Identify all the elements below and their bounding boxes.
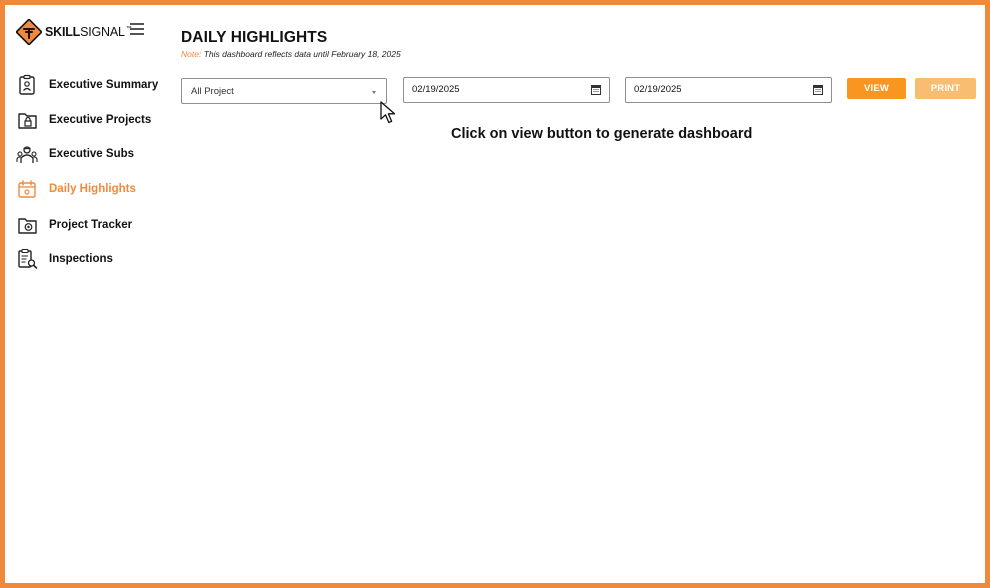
sidebar-item-label: Executive Summary: [49, 79, 159, 91]
start-date-field[interactable]: [403, 77, 610, 103]
project-select[interactable]: All Project: [181, 78, 387, 104]
sidebar-item-daily-highlights[interactable]: Daily Highlights: [16, 177, 168, 201]
folder-lock-icon: [16, 109, 38, 131]
data-note: Note: This dashboard reflects data until…: [181, 49, 401, 59]
note-label: Note:: [181, 49, 202, 59]
sidebar-item-executive-subs[interactable]: Executive Subs: [16, 142, 168, 166]
sidebar-item-label: Inspections: [49, 253, 113, 265]
folder-target-icon: [16, 214, 38, 236]
mouse-cursor-icon: [380, 101, 396, 124]
brand-wordmark: SKILL SIGNAL ™: [45, 25, 132, 39]
app-frame: SKILL SIGNAL ™ Executive Summary Executi…: [0, 0, 990, 588]
calendar-icon[interactable]: [813, 84, 823, 95]
start-date-input[interactable]: [412, 84, 572, 95]
print-button[interactable]: PRINT: [915, 78, 976, 99]
sidebar-item-executive-summary[interactable]: Executive Summary: [16, 73, 168, 97]
page-title: DAILY HIGHLIGHTS: [181, 29, 328, 46]
project-select-value: All Project: [191, 86, 234, 97]
brand[interactable]: SKILL SIGNAL ™: [16, 17, 132, 47]
calendar-icon: [16, 178, 38, 200]
sidebar-item-label: Project Tracker: [49, 219, 133, 231]
sidebar-item-label: Executive Projects: [49, 114, 152, 126]
checklist-search-icon: [16, 248, 38, 270]
worker-group-icon: [16, 143, 38, 165]
construction-sign-icon: [16, 19, 42, 45]
clipboard-person-icon: [16, 74, 38, 96]
sidebar-item-inspections[interactable]: Inspections: [16, 247, 168, 271]
brand-name-regular: SIGNAL: [80, 25, 125, 39]
end-date-field[interactable]: [625, 77, 832, 103]
sidebar-item-label: Daily Highlights: [49, 183, 136, 195]
menu-toggle-icon[interactable]: [130, 23, 144, 35]
sidebar-item-label: Executive Subs: [49, 148, 135, 160]
sidebar-item-executive-projects[interactable]: Executive Projects: [16, 108, 168, 132]
end-date-input[interactable]: [634, 84, 794, 95]
view-button[interactable]: VIEW: [847, 78, 906, 99]
empty-state-message: Click on view button to generate dashboa…: [451, 126, 753, 142]
sidebar-item-project-tracker[interactable]: Project Tracker: [16, 213, 168, 237]
calendar-icon[interactable]: [591, 84, 601, 95]
brand-name-bold: SKILL: [45, 25, 81, 39]
chevron-down-icon: [372, 91, 376, 94]
note-text: This dashboard reflects data until Febru…: [201, 49, 401, 59]
sidebar: SKILL SIGNAL ™ Executive Summary Executi…: [5, 5, 170, 583]
